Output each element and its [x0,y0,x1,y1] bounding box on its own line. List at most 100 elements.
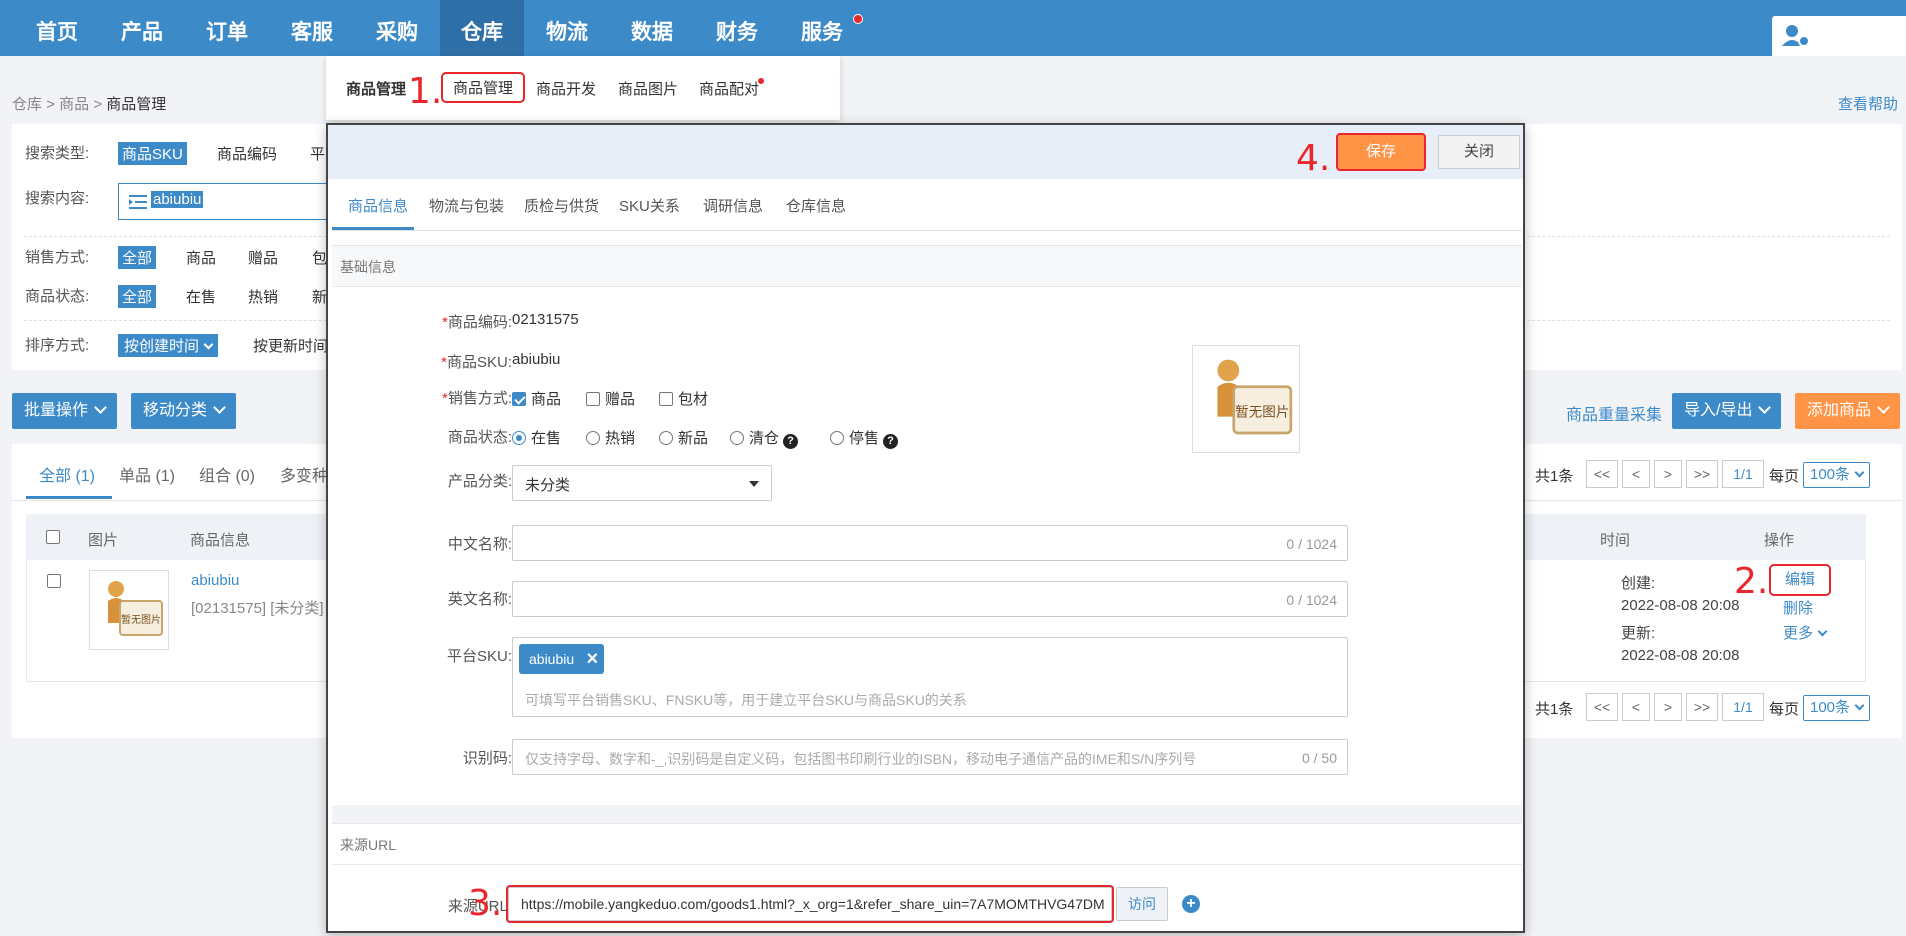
search-input[interactable]: abiubiu [118,183,338,220]
help-link[interactable]: 查看帮助 [1838,93,1898,114]
pager-next-bottom[interactable]: > [1654,693,1682,721]
close-button[interactable]: 关闭 [1438,135,1520,169]
pager-last[interactable]: >> [1686,460,1718,488]
tab-all[interactable]: 全部 (1) [39,462,95,486]
user-menu[interactable] [1772,16,1906,56]
sale-mode-gift[interactable]: 赠品 [248,247,278,268]
weight-collect-link[interactable]: 商品重量采集 [1566,401,1662,425]
status-new[interactable]: 新品 [659,427,708,448]
idcode-input[interactable]: 仅支持字母、数字和-_,识别码是自定义码，包括图书印刷行业的ISBN，移动电子通… [512,739,1348,775]
pager-prev[interactable]: < [1622,460,1650,488]
nav-logistics[interactable]: 物流 [525,0,609,56]
checkbox-checked[interactable] [512,392,526,406]
radio[interactable] [730,431,744,445]
select-all-checkbox[interactable] [46,530,60,544]
sort-by-updated[interactable]: 按更新时间 [253,335,328,356]
tab-variants[interactable]: 多变种 [280,462,328,486]
pager-first-bottom[interactable]: << [1586,693,1618,721]
import-export-button[interactable]: 导入/导出 [1672,393,1782,429]
category-select[interactable]: 未分类 [512,465,772,501]
radio[interactable] [659,431,673,445]
submenu-product-images[interactable]: 商品图片 [618,78,678,99]
pager-per-select[interactable]: 100条 [1803,462,1871,488]
submenu-product-matching[interactable]: 商品配对 [699,78,759,99]
sale-mode-label: *销售方式: [441,390,512,407]
status-on-sale[interactable]: 在售 [186,286,216,307]
row-checkbox[interactable] [47,574,61,588]
add-url-icon[interactable]: + [1182,895,1200,913]
status-new[interactable]: 新 [312,286,327,307]
delete-link[interactable]: 删除 [1783,597,1813,618]
tab-product-info[interactable]: 商品信息 [348,195,408,216]
breadcrumb-root[interactable]: 仓库 [12,96,42,113]
section-basic-info: 基础信息 [332,245,1522,287]
sale-mode-packaging[interactable]: 包 [312,247,327,268]
radio[interactable] [586,431,600,445]
pager-next[interactable]: > [1654,460,1682,488]
nav-orders[interactable]: 订单 [185,0,269,56]
cn-name-input[interactable]: 0 / 1024 [512,525,1348,561]
nav-products[interactable]: 产品 [100,0,184,56]
step-3-annotation: 3. [468,883,503,924]
status-on-sale[interactable]: 在售 [512,427,561,448]
nav-customer-service[interactable]: 客服 [270,0,354,56]
checkbox[interactable] [586,392,600,406]
visit-button[interactable]: 访问 [1116,887,1168,921]
product-image[interactable]: 暂无图片 [1192,345,1300,453]
sale-option-product[interactable]: 商品 [512,388,561,409]
product-thumbnail[interactable]: 暂无图片 [89,570,169,650]
search-type-sku[interactable]: 商品SKU [118,142,187,165]
submenu-product-development[interactable]: 商品开发 [536,78,596,99]
nav-data[interactable]: 数据 [610,0,694,56]
nav-warehouse[interactable]: 仓库 [440,0,524,56]
checkbox[interactable] [659,392,673,406]
tab-logistics-packaging[interactable]: 物流与包装 [429,195,504,216]
sale-mode-all[interactable]: 全部 [118,246,157,269]
tab-single[interactable]: 单品 (1) [119,462,175,486]
more-link[interactable]: 更多 [1783,622,1828,643]
help-icon[interactable]: ? [883,434,899,449]
search-type-code[interactable]: 商品编码 [217,143,277,164]
pager-prev-bottom[interactable]: < [1622,693,1650,721]
tab-sku-relations[interactable]: SKU关系 [619,195,680,216]
search-type-platform[interactable]: 平 [310,143,325,164]
status-hot[interactable]: 热销 [586,427,635,448]
status-discontinued[interactable]: 停售? [830,427,899,449]
nav-purchasing[interactable]: 采购 [355,0,439,56]
tab-qc-supply[interactable]: 质检与供货 [524,195,599,216]
help-icon[interactable]: ? [783,434,799,449]
sale-mode-product[interactable]: 商品 [186,247,216,268]
save-button[interactable]: 保存 [1336,133,1426,171]
radio-selected[interactable] [512,431,526,445]
nav-home[interactable]: 首页 [15,0,99,56]
add-product-button[interactable]: 添加商品 [1795,393,1901,429]
status-clearance[interactable]: 清仓? [730,427,799,449]
move-category-button[interactable]: 移动分类 [131,393,237,429]
nav-services[interactable]: 服务 [780,0,864,56]
status-all[interactable]: 全部 [118,285,157,308]
platform-sku-input[interactable]: abiubiu × 可填写平台销售SKU、FNSKU等，用于建立平台SKU与商品… [512,637,1348,717]
sale-option-gift[interactable]: 赠品 [586,388,635,409]
tab-warehouse-info[interactable]: 仓库信息 [786,195,846,216]
status-hot[interactable]: 热销 [248,286,278,307]
tab-research-info[interactable]: 调研信息 [703,195,763,216]
tab-bundle[interactable]: 组合 (0) [199,462,255,486]
product-name-link[interactable]: abiubiu [191,572,239,589]
remove-tag-icon[interactable]: × [586,644,598,674]
en-name-input[interactable]: 0 / 1024 [512,581,1348,617]
submenu-product-management[interactable]: 商品管理 [440,72,526,103]
breadcrumb-mid[interactable]: 商品 [59,96,89,113]
batch-actions-button[interactable]: 批量操作 [12,393,118,429]
product-sku-value: abiubiu [512,351,561,368]
edit-link[interactable]: 编辑 [1769,564,1831,596]
sort-by-created[interactable]: 按创建时间 [118,334,219,357]
pager-last-bottom[interactable]: >> [1686,693,1718,721]
category-value: 未分类 [525,477,571,494]
divider [332,230,1522,231]
radio[interactable] [830,431,844,445]
sale-option-packaging[interactable]: 包材 [659,388,708,409]
pager-per-select-bottom[interactable]: 100条 [1803,695,1871,721]
pager-first[interactable]: << [1586,460,1618,488]
nav-finance[interactable]: 财务 [695,0,779,56]
source-url-input[interactable]: https://mobile.yangkeduo.com/goods1.html… [506,885,1114,923]
